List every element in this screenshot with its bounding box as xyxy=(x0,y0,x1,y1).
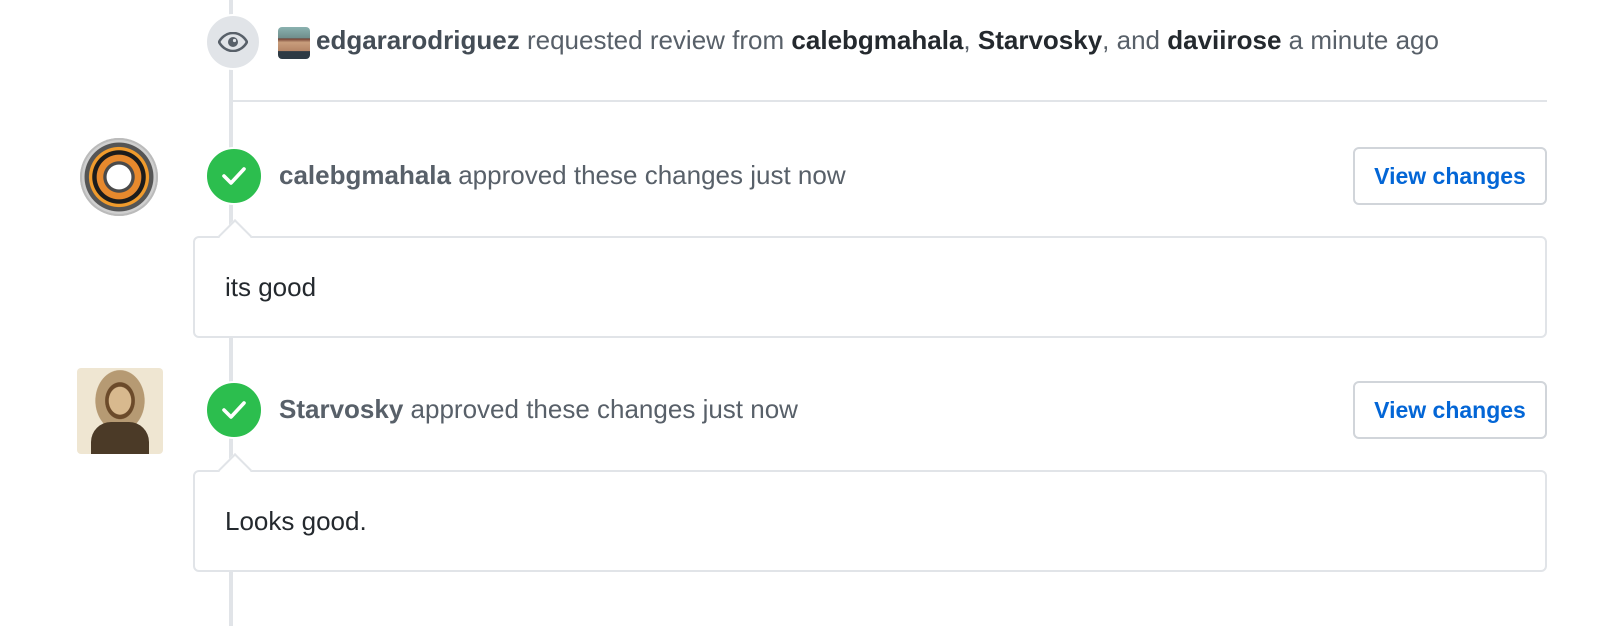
review-header: calebgmahala approved these changes just… xyxy=(279,160,846,191)
comment-body: Looks good. xyxy=(225,506,367,536)
divider xyxy=(233,100,1547,102)
view-changes-button[interactable]: View changes xyxy=(1353,147,1547,205)
reviewer-link[interactable]: calebgmahala xyxy=(791,25,963,55)
author-link[interactable]: calebgmahala xyxy=(279,160,451,190)
comment-box: its good xyxy=(193,236,1547,338)
review-request-event: edgararodriguez requested review from ca… xyxy=(205,14,1547,72)
review-action: approved these changes xyxy=(458,160,743,190)
comment-box: Looks good. xyxy=(193,470,1547,572)
avatar[interactable] xyxy=(77,368,163,454)
timestamp[interactable]: just now xyxy=(703,394,798,424)
separator-text: , xyxy=(963,25,978,55)
check-icon xyxy=(205,147,263,205)
reviewer-link[interactable]: Starvosky xyxy=(978,25,1102,55)
eye-icon xyxy=(205,14,261,70)
timestamp[interactable]: a minute ago xyxy=(1289,25,1439,55)
avatar[interactable] xyxy=(80,138,158,216)
view-changes-button[interactable]: View changes xyxy=(1353,381,1547,439)
reviewer-link[interactable]: daviirose xyxy=(1167,25,1281,55)
review-action: approved these changes xyxy=(410,394,696,424)
actor-link[interactable]: edgararodriguez xyxy=(316,25,520,55)
review-request-text: edgararodriguez requested review from ca… xyxy=(316,25,1439,56)
author-link[interactable]: Starvosky xyxy=(279,394,403,424)
check-icon xyxy=(205,381,263,439)
timestamp[interactable]: just now xyxy=(750,160,845,190)
review-header: Starvosky approved these changes just no… xyxy=(279,394,798,425)
action-text: requested review from xyxy=(526,25,785,55)
comment-body: its good xyxy=(225,272,317,302)
avatar[interactable] xyxy=(278,27,310,59)
and-text: , and xyxy=(1102,25,1160,55)
